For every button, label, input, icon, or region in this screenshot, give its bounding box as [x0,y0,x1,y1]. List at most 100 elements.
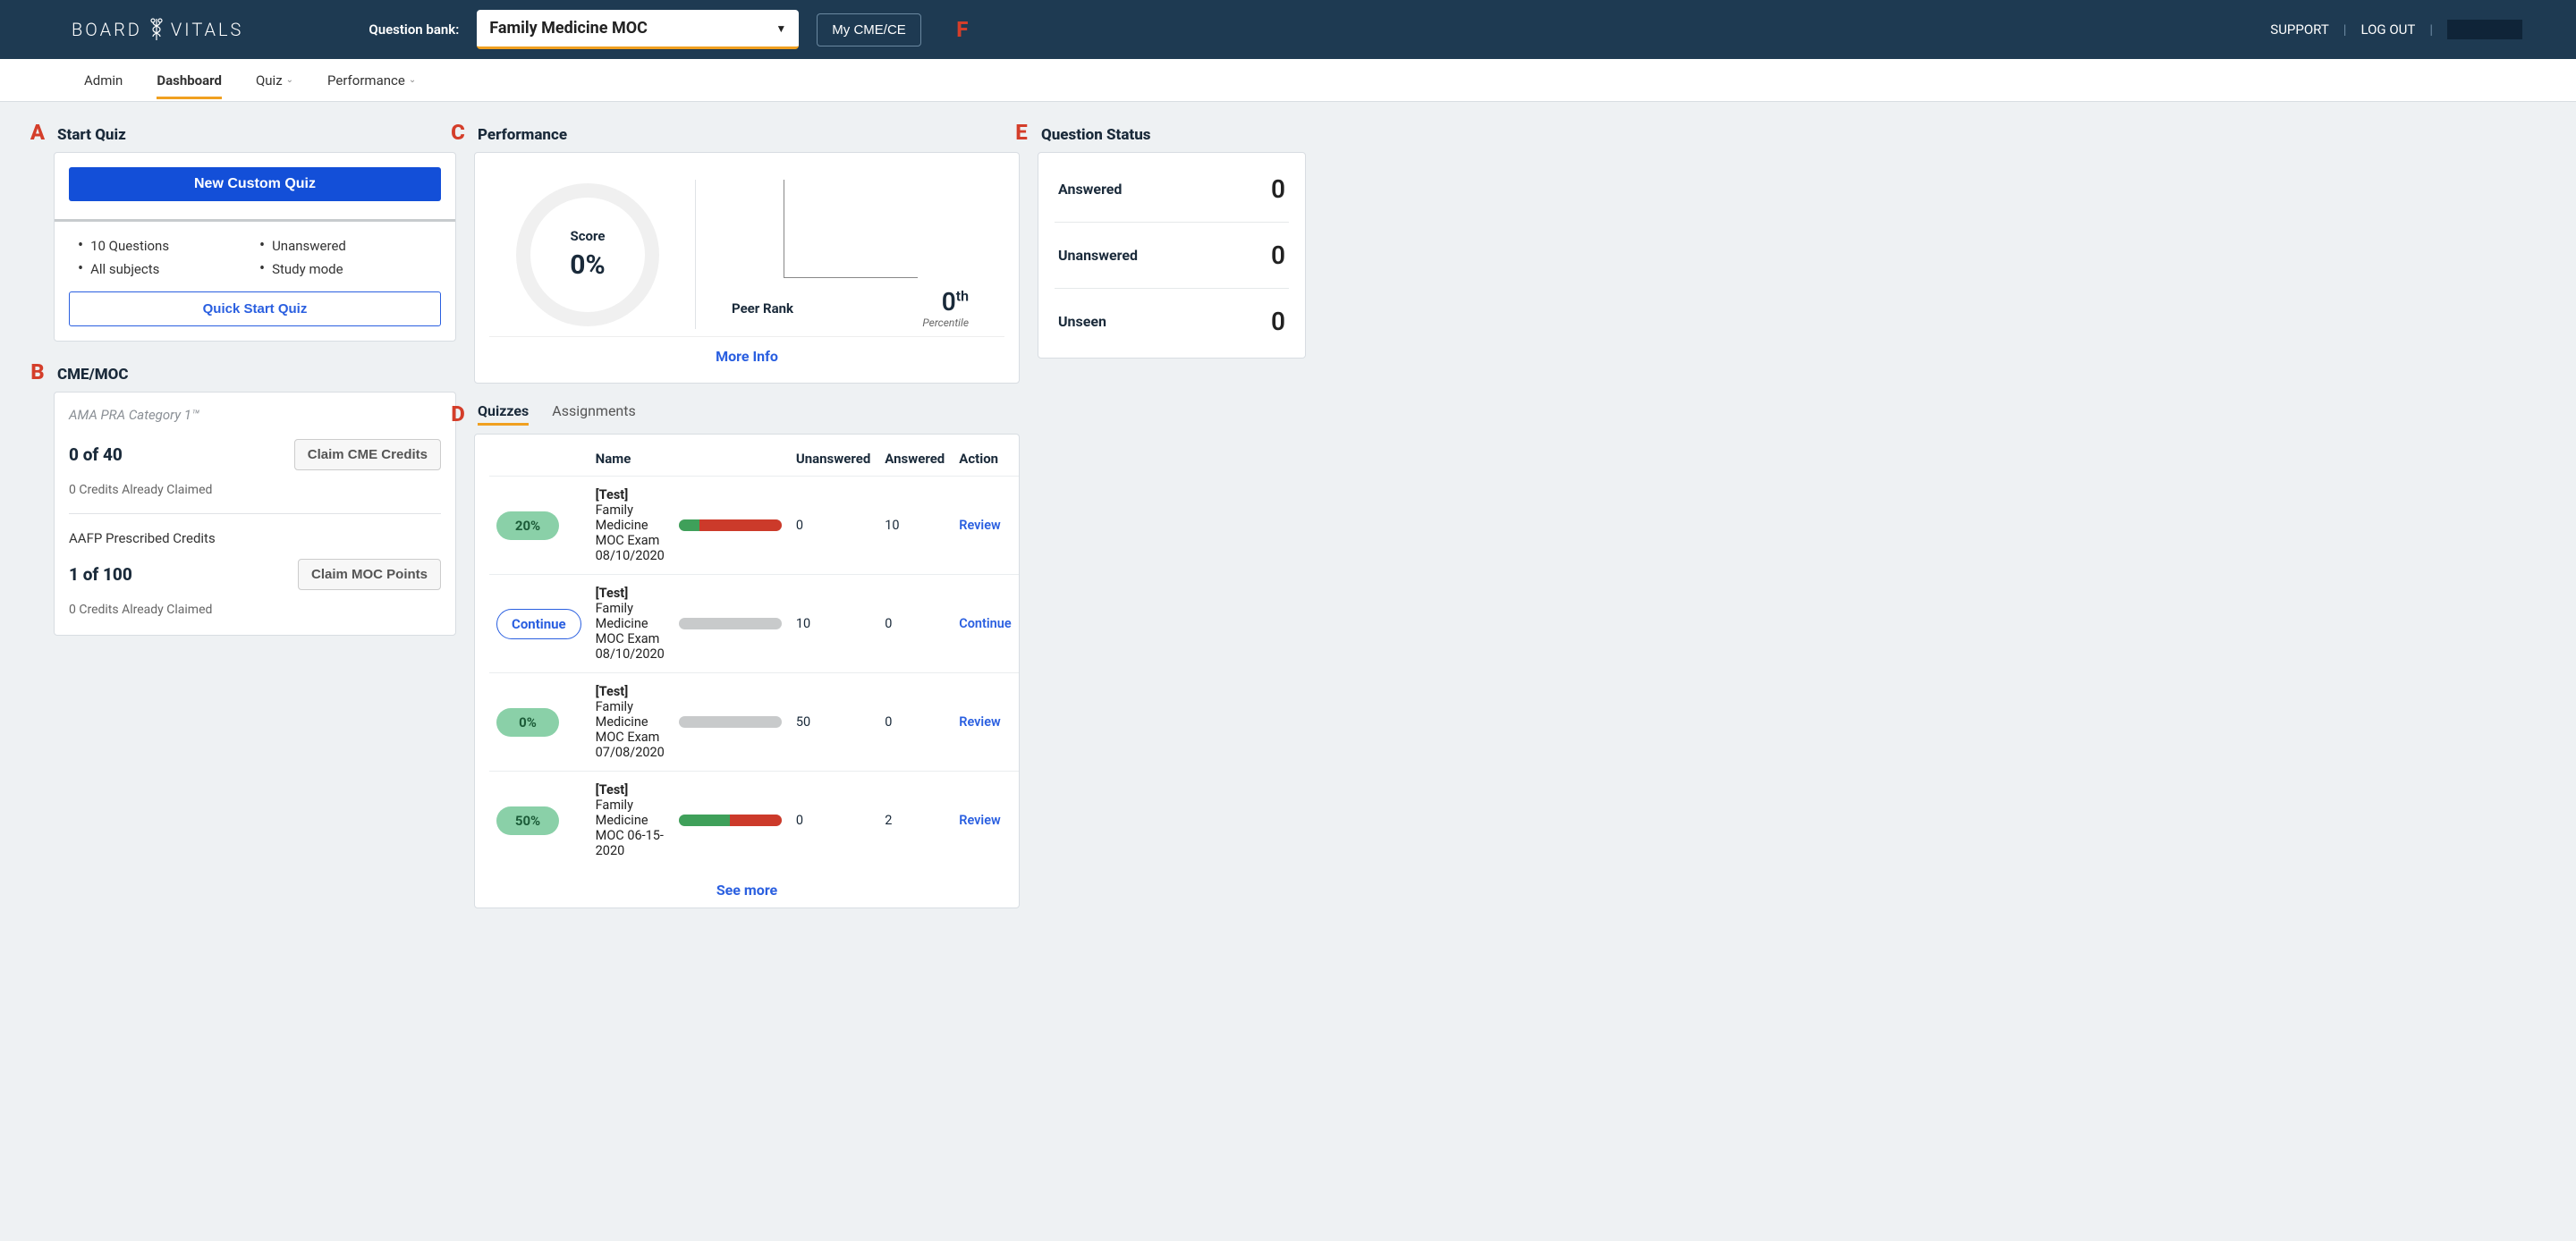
separator: | [2343,21,2347,38]
callout-d: D [447,401,469,426]
table-row: Continue [Test] Family Medicine MOC Exam… [489,575,1019,673]
divider [55,219,455,222]
callout-e: E [1011,120,1032,145]
cell-answered: 2 [877,772,952,870]
cell-unanswered: 50 [789,673,877,772]
col-action: Action [952,442,1018,477]
col-unanswered: Unanswered [789,442,877,477]
cme-count: 0 of 40 [69,444,123,465]
progress-bar [679,519,782,531]
quiz-pill[interactable]: 50% [496,806,559,835]
score-value: 0% [570,249,605,281]
action-link[interactable]: Review [959,714,1000,730]
topbar: BOARD VITALS Question bank: Family Medic… [0,0,2576,59]
nav-dashboard[interactable]: Dashboard [157,62,222,99]
quiz-name: [Test] Family Medicine MOC Exam 08/10/20… [589,477,672,575]
cme-claimed: 0 Credits Already Claimed [69,483,441,497]
performance-title: Performance [478,126,567,144]
progress-bar [679,716,782,728]
performance-section: C Performance Score 0% Peer Rank 0th [474,120,1020,384]
quiz-pill[interactable]: Continue [496,609,581,639]
moc-count: 1 of 100 [69,564,132,585]
qs-label: Unseen [1058,313,1106,330]
nav-performance[interactable]: Performance ⌄ [327,62,416,99]
action-link[interactable]: Continue [959,616,1011,631]
col-name: Name [589,442,672,477]
chevron-down-icon: ⌄ [409,75,416,85]
quizzes-tabs: Quizzes Assignments [478,402,636,426]
nav-quiz[interactable]: Quiz ⌄ [256,62,293,99]
question-bank-label: Question bank: [369,21,459,38]
quiz-defaults: 10 Questions Unanswered All subjects Stu… [69,238,441,291]
question-status-row: Unanswered 0 [1055,223,1289,289]
quizzes-table: Name Unanswered Answered Action 20% [Tes… [489,442,1019,869]
bullet: All subjects [78,261,250,277]
quiz-name: [Test] Family Medicine MOC Exam 07/08/20… [589,673,672,772]
bullet: Study mode [259,261,432,277]
peer-rank-value: 0th [942,287,969,317]
table-row: 0% [Test] Family Medicine MOC Exam 07/08… [489,673,1019,772]
qs-label: Unanswered [1058,247,1138,264]
question-status-title: Question Status [1041,126,1151,144]
peer-rank-block: Peer Rank 0th Percentile [695,180,978,329]
quiz-name: [Test] Family Medicine MOC Exam 08/10/20… [589,575,672,673]
moc-claimed: 0 Credits Already Claimed [69,603,441,617]
logo-text-right: VITALS [171,19,243,40]
my-cme-ce-button[interactable]: My CME/CE [817,13,921,46]
logout-link[interactable]: LOG OUT [2360,21,2415,38]
cme-category: AMA PRA Category 1™ [69,407,441,423]
see-more-link[interactable]: See more [489,869,1004,904]
table-row: 50% [Test] Family Medicine MOC 06-15-202… [489,772,1019,870]
bullet: Unanswered [259,238,432,254]
cell-unanswered: 10 [789,575,877,673]
quiz-pill[interactable]: 0% [496,708,559,737]
logo-text-left: BOARD [72,19,142,40]
subnav: Admin Dashboard Quiz ⌄ Performance ⌄ [0,59,2576,102]
cme-moc-section: B CME/MOC AMA PRA Category 1™ 0 of 40 Cl… [54,359,456,636]
callout-f: F [952,17,973,42]
more-info-link[interactable]: More Info [489,336,1004,368]
question-status-row: Answered 0 [1055,156,1289,223]
aafp-label: AAFP Prescribed Credits [69,530,441,546]
topbar-right: SUPPORT | LOG OUT | [2270,20,2522,39]
qs-value: 0 [1271,241,1285,270]
divider [69,513,441,514]
middle-column: C Performance Score 0% Peer Rank 0th [474,120,1020,908]
support-link[interactable]: SUPPORT [2270,21,2329,38]
user-name-redacted[interactable] [2447,20,2522,39]
bullet: 10 Questions [78,238,250,254]
cell-unanswered: 0 [789,772,877,870]
claim-cme-button[interactable]: Claim CME Credits [294,439,441,470]
cell-unanswered: 0 [789,477,877,575]
start-quiz-title: Start Quiz [57,126,126,144]
cell-answered: 10 [877,477,952,575]
qs-label: Answered [1058,181,1122,198]
new-custom-quiz-button[interactable]: New Custom Quiz [69,167,441,201]
cme-title: CME/MOC [57,366,128,384]
score-label: Score [571,228,606,244]
score-ring: Score 0% [516,183,659,326]
question-bank-select[interactable]: Family Medicine MOC ▼ [477,10,799,49]
claim-moc-button[interactable]: Claim MOC Points [298,559,441,590]
chevron-down-icon: ⌄ [286,75,293,85]
nav-admin[interactable]: Admin [84,62,123,99]
page: A Start Quiz New Custom Quiz 10 Question… [0,102,2576,944]
action-link[interactable]: Review [959,813,1000,828]
question-status-section: E Question Status Answered 0Unanswered 0… [1038,120,1306,359]
progress-bar [679,815,782,826]
callout-b: B [27,359,48,384]
quick-start-quiz-button[interactable]: Quick Start Quiz [69,291,441,326]
percentile-label: Percentile [723,317,978,329]
action-link[interactable]: Review [959,518,1000,533]
tab-quizzes[interactable]: Quizzes [478,402,529,426]
question-status-row: Unseen 0 [1055,289,1289,354]
question-bank-value: Family Medicine MOC [489,19,648,38]
quiz-pill[interactable]: 20% [496,511,559,540]
col-answered: Answered [877,442,952,477]
logo: BOARD VITALS [72,17,243,42]
quiz-name: [Test] Family Medicine MOC 06-15-2020 [589,772,672,870]
right-column: E Question Status Answered 0Unanswered 0… [1038,120,1306,908]
table-row: 20% [Test] Family Medicine MOC Exam 08/1… [489,477,1019,575]
separator: | [2429,21,2433,38]
tab-assignments[interactable]: Assignments [552,402,636,423]
